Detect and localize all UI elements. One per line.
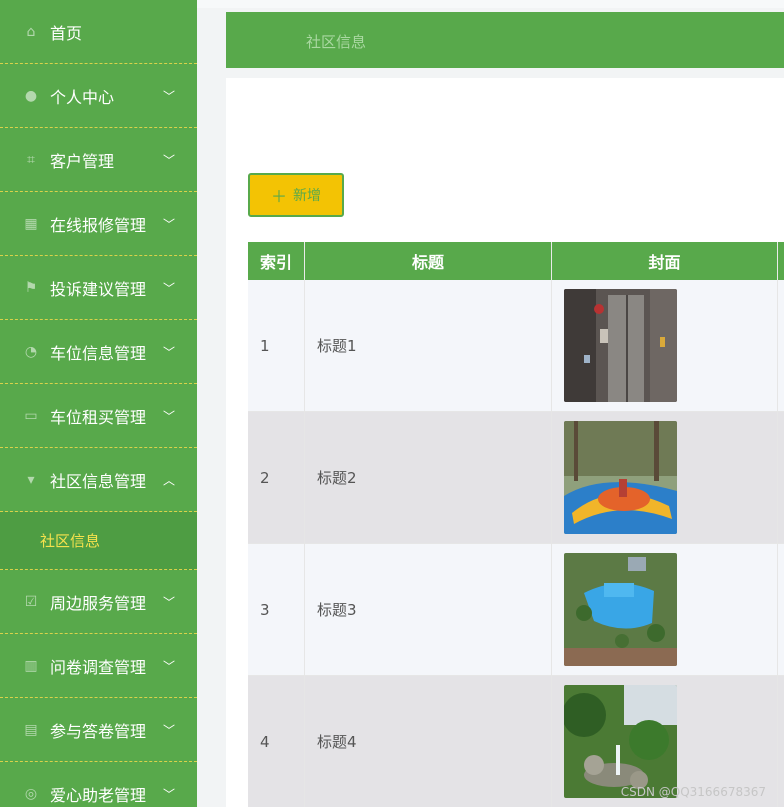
chevron-down-icon: ﹀ bbox=[162, 153, 175, 167]
cell-index: 1 bbox=[248, 280, 305, 411]
sidebar-item-label: 爱心助老管理 bbox=[50, 785, 147, 805]
watermark: CSDN @QQ3166678367 bbox=[620, 785, 766, 799]
table-row[interactable]: 1 标题1 bbox=[248, 280, 784, 412]
cell-cover bbox=[552, 280, 778, 411]
cover-image-playground[interactable] bbox=[564, 421, 677, 534]
sidebar-item-nearby-services[interactable]: ☑ 周边服务管理 ﹀ bbox=[0, 570, 197, 634]
sidebar-item-surveys[interactable]: ▥ 问卷调查管理 ﹀ bbox=[0, 634, 197, 698]
column-header-index[interactable]: 索引 bbox=[248, 242, 305, 280]
chevron-down-icon: ﹀ bbox=[162, 595, 175, 609]
cover-image-garden[interactable] bbox=[564, 685, 677, 798]
table-row[interactable]: 2 标题2 bbox=[248, 412, 784, 544]
add-button-label: 新增 bbox=[293, 187, 321, 203]
cell-index: 3 bbox=[248, 544, 305, 675]
cell-cover bbox=[552, 544, 778, 675]
chevron-down-icon: ﹀ bbox=[162, 345, 175, 359]
crop-icon: ⌗ bbox=[27, 151, 35, 168]
column-header-title[interactable]: 标题 bbox=[305, 242, 552, 280]
sidebar-item-answers[interactable]: ▤ 参与答卷管理 ﹀ bbox=[0, 698, 197, 762]
data-table: 索引 标题 封面 1 标题1 2 标题2 3 标题3 4 标题4 bbox=[248, 242, 784, 807]
user-icon: ● bbox=[24, 87, 38, 104]
sidebar-item-label: 车位信息管理 bbox=[50, 343, 147, 363]
plus-icon: ＋ bbox=[270, 189, 287, 206]
sidebar-item-label: 车位租买管理 bbox=[50, 407, 147, 427]
cell-title: 标题1 bbox=[305, 280, 552, 411]
column-header-cover[interactable]: 封面 bbox=[552, 242, 778, 280]
column-header-extra bbox=[778, 242, 784, 280]
sidebar-item-label: 在线报修管理 bbox=[50, 215, 147, 235]
home-icon: ⌂ bbox=[26, 23, 36, 40]
sidebar-item-label: 投诉建议管理 bbox=[50, 279, 147, 299]
table-header: 索引 标题 封面 bbox=[248, 242, 784, 280]
chevron-down-icon: ﹀ bbox=[162, 787, 175, 801]
cell-title: 标题2 bbox=[305, 412, 552, 543]
cup-icon: ▾ bbox=[27, 471, 35, 488]
grid-icon: ▦ bbox=[24, 215, 38, 232]
chevron-down-icon: ﹀ bbox=[162, 217, 175, 231]
sidebar-item-label: 个人中心 bbox=[50, 87, 115, 107]
chevron-down-icon: ﹀ bbox=[162, 409, 175, 423]
chevron-down-icon: ﹀ bbox=[162, 723, 175, 737]
clipboard-icon: ▤ bbox=[24, 721, 38, 738]
bar-chart-icon: ▥ bbox=[24, 657, 38, 674]
sidebar-item-elderly-care[interactable]: ◎ 爱心助老管理 ﹀ bbox=[0, 762, 197, 807]
heart-icon: ◎ bbox=[24, 785, 38, 802]
sidebar-item-personal-center[interactable]: ● 个人中心 ﹀ bbox=[0, 64, 197, 128]
page-header: 社区信息 bbox=[226, 12, 784, 68]
sidebar-item-label: 首页 bbox=[50, 23, 83, 43]
cell-index: 2 bbox=[248, 412, 305, 543]
sidebar-item-home[interactable]: ⌂ 首页 bbox=[0, 0, 197, 64]
sidebar-item-repairs[interactable]: ▦ 在线报修管理 ﹀ bbox=[0, 192, 197, 256]
table-row[interactable]: 3 标题3 bbox=[248, 544, 784, 676]
add-button[interactable]: ＋ 新增 bbox=[248, 173, 344, 217]
gauge-icon: ◔ bbox=[24, 343, 38, 360]
cover-image-elevator[interactable] bbox=[564, 289, 677, 402]
flag-icon: ⚑ bbox=[24, 279, 38, 296]
checkbox-icon: ☑ bbox=[24, 593, 38, 610]
sidebar-subitem-community-info[interactable]: 社区信息 bbox=[0, 512, 197, 570]
sidebar-item-label: 社区信息管理 bbox=[50, 471, 147, 491]
chevron-down-icon: ﹀ bbox=[162, 89, 175, 103]
sidebar-item-parking-info[interactable]: ◔ 车位信息管理 ﹀ bbox=[0, 320, 197, 384]
cell-cover bbox=[552, 412, 778, 543]
sidebar: ⌂ 首页 ● 个人中心 ﹀ ⌗ 客户管理 ﹀ ▦ 在线报修管理 ﹀ ⚑ 投诉建议… bbox=[0, 0, 197, 807]
cell-index: 4 bbox=[248, 676, 305, 807]
sidebar-item-label: 问卷调查管理 bbox=[50, 657, 147, 677]
cover-image-pool[interactable] bbox=[564, 553, 677, 666]
sidebar-subitem-label: 社区信息 bbox=[40, 532, 101, 550]
sidebar-item-complaints[interactable]: ⚑ 投诉建议管理 ﹀ bbox=[0, 256, 197, 320]
sidebar-item-community[interactable]: ▾ 社区信息管理 ︿ bbox=[0, 448, 197, 512]
sidebar-item-customers[interactable]: ⌗ 客户管理 ﹀ bbox=[0, 128, 197, 192]
chat-icon: ▭ bbox=[24, 407, 38, 424]
chevron-down-icon: ﹀ bbox=[162, 281, 175, 295]
page-title: 社区信息 bbox=[306, 33, 367, 51]
chevron-up-icon: ︿ bbox=[162, 473, 175, 487]
chevron-down-icon: ﹀ bbox=[162, 659, 175, 673]
sidebar-item-label: 周边服务管理 bbox=[50, 593, 147, 613]
sidebar-item-label: 参与答卷管理 bbox=[50, 721, 147, 741]
cell-title: 标题3 bbox=[305, 544, 552, 675]
cell-title: 标题4 bbox=[305, 676, 552, 807]
sidebar-item-label: 客户管理 bbox=[50, 151, 115, 171]
sidebar-item-parking-rent[interactable]: ▭ 车位租买管理 ﹀ bbox=[0, 384, 197, 448]
